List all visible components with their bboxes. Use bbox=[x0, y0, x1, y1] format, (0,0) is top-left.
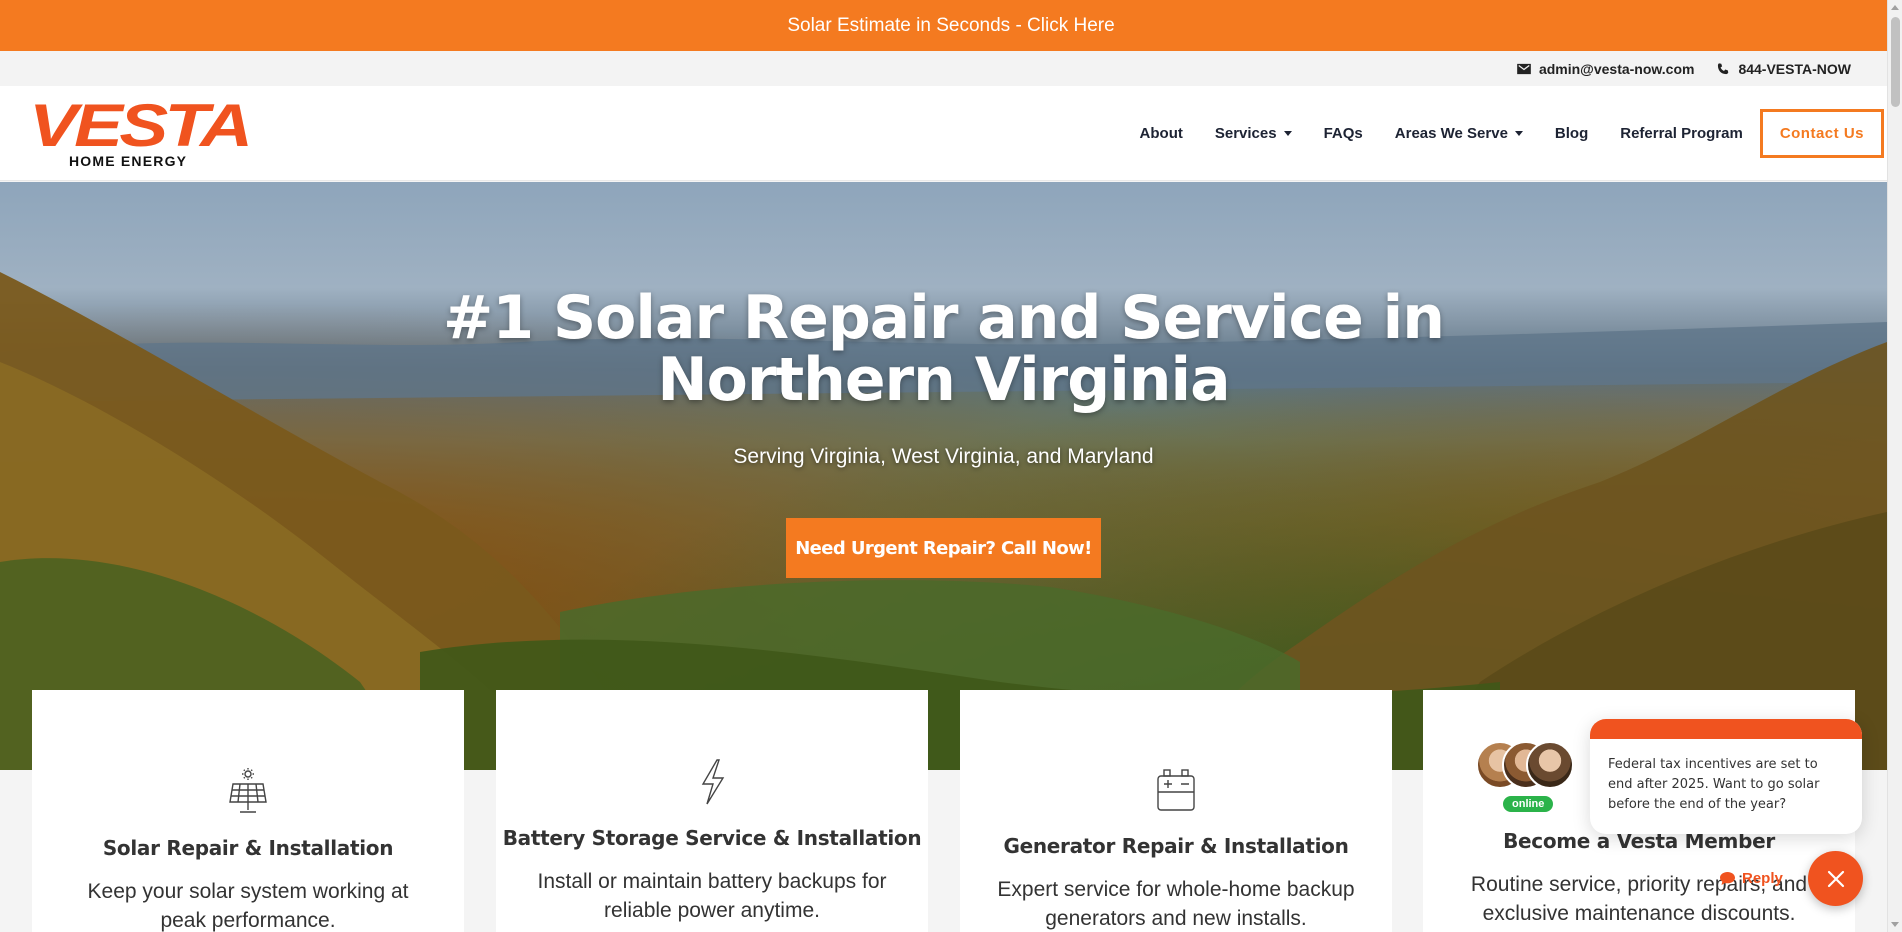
card-text: Expert service for whole-home backup gen… bbox=[997, 878, 1355, 930]
promo-bar[interactable]: Solar Estimate in Seconds - Click Here bbox=[0, 0, 1902, 51]
battery-icon bbox=[1157, 769, 1195, 811]
main-menu: About Services FAQs Areas We Serve Blog … bbox=[1124, 86, 1884, 181]
speech-bubble-icon bbox=[1720, 872, 1735, 885]
nav-item-areas[interactable]: Areas We Serve bbox=[1379, 125, 1539, 142]
lightning-icon bbox=[701, 759, 725, 805]
vesta-logo[interactable]: VESTA HOME ENERGY bbox=[29, 96, 253, 172]
logo-word: VESTA bbox=[29, 92, 253, 159]
card-text: Routine service, priority repairs, and e… bbox=[1470, 873, 1808, 925]
scrollbar-thumb[interactable] bbox=[1891, 17, 1900, 107]
caret-down-icon bbox=[1283, 131, 1292, 136]
nav-item-label: Referral Program bbox=[1620, 125, 1743, 142]
reply-label: Reply bbox=[1742, 870, 1783, 887]
contact-us-button[interactable]: Contact Us bbox=[1759, 109, 1884, 158]
contact-bar: admin@vesta-now.com 844-VESTA-NOW bbox=[0, 51, 1902, 86]
chat-message-bubble[interactable]: Federal tax incentives are set to end af… bbox=[1590, 719, 1862, 834]
main-header: VESTA HOME ENERGY About Services FAQs Ar… bbox=[0, 86, 1902, 181]
chat-agent-avatars[interactable]: online bbox=[1476, 741, 1576, 814]
hero-subtitle: Serving Virginia, West Virginia, and Mar… bbox=[733, 445, 1154, 468]
service-card[interactable]: Battery Storage Service & Installation I… bbox=[496, 690, 928, 932]
online-badge: online bbox=[1501, 794, 1556, 814]
chat-bubble-header bbox=[1590, 719, 1862, 739]
chat-message: Federal tax incentives are set to end af… bbox=[1608, 757, 1820, 812]
chat-reply-button[interactable]: Reply bbox=[1720, 870, 1783, 887]
email-text[interactable]: admin@vesta-now.com bbox=[1539, 61, 1695, 77]
nav-item-services[interactable]: Services bbox=[1199, 125, 1308, 142]
card-title: Generator Repair & Installation bbox=[1003, 834, 1349, 858]
page-scrollbar[interactable] bbox=[1887, 0, 1902, 932]
nav-item-about[interactable]: About bbox=[1124, 125, 1199, 142]
close-icon bbox=[1827, 870, 1844, 887]
service-card[interactable]: Solar Repair & Installation Keep your so… bbox=[32, 690, 464, 932]
promo-text[interactable]: Solar Estimate in Seconds - Click Here bbox=[787, 15, 1114, 37]
card-text: Install or maintain battery backups for … bbox=[537, 870, 887, 922]
card-text: Keep your solar system working at peak p… bbox=[87, 880, 409, 932]
avatar bbox=[1526, 741, 1574, 789]
nav-item-blog[interactable]: Blog bbox=[1539, 125, 1604, 142]
envelope-icon bbox=[1517, 63, 1531, 74]
nav-item-label: Services bbox=[1214, 125, 1277, 142]
caret-down-icon bbox=[1514, 131, 1523, 136]
scroll-down-arrow-icon[interactable] bbox=[1891, 922, 1899, 927]
solar-panel-icon bbox=[229, 768, 267, 813]
hero-title: #1 Solar Repair and Service in Northern … bbox=[0, 287, 1887, 411]
phone-text[interactable]: 844-VESTA-NOW bbox=[1738, 61, 1851, 77]
card-title: Battery Storage Service & Installation bbox=[496, 823, 928, 853]
urgent-repair-button[interactable]: Need Urgent Repair? Call Now! bbox=[786, 518, 1101, 578]
chat-close-button[interactable] bbox=[1808, 851, 1863, 906]
nav-item-label: FAQs bbox=[1323, 125, 1363, 142]
nav-item-referral[interactable]: Referral Program bbox=[1604, 125, 1759, 142]
scroll-up-arrow-icon[interactable] bbox=[1891, 5, 1899, 10]
mountain-landscape-image bbox=[0, 272, 1887, 770]
card-title-text: Battery Storage Service & Installation bbox=[502, 826, 922, 850]
phone-icon bbox=[1718, 62, 1729, 74]
nav-item-label: About bbox=[1139, 125, 1183, 142]
nav-item-label: Blog bbox=[1554, 125, 1589, 142]
hero-title-line1: #1 Solar Repair and Service in bbox=[443, 283, 1445, 353]
nav-item-label: Areas We Serve bbox=[1394, 125, 1508, 142]
nav-item-faqs[interactable]: FAQs bbox=[1308, 125, 1379, 142]
hero-title-line2: Northern Virginia bbox=[657, 345, 1230, 415]
phone-link[interactable]: 844-VESTA-NOW bbox=[1716, 61, 1851, 77]
email-link[interactable]: admin@vesta-now.com bbox=[1517, 61, 1695, 77]
hero-section: #1 Solar Repair and Service in Northern … bbox=[0, 182, 1887, 770]
card-title: Solar Repair & Installation bbox=[102, 836, 394, 860]
logo-subtitle: HOME ENERGY bbox=[69, 153, 188, 169]
service-card[interactable]: Generator Repair & Installation Expert s… bbox=[960, 690, 1392, 932]
